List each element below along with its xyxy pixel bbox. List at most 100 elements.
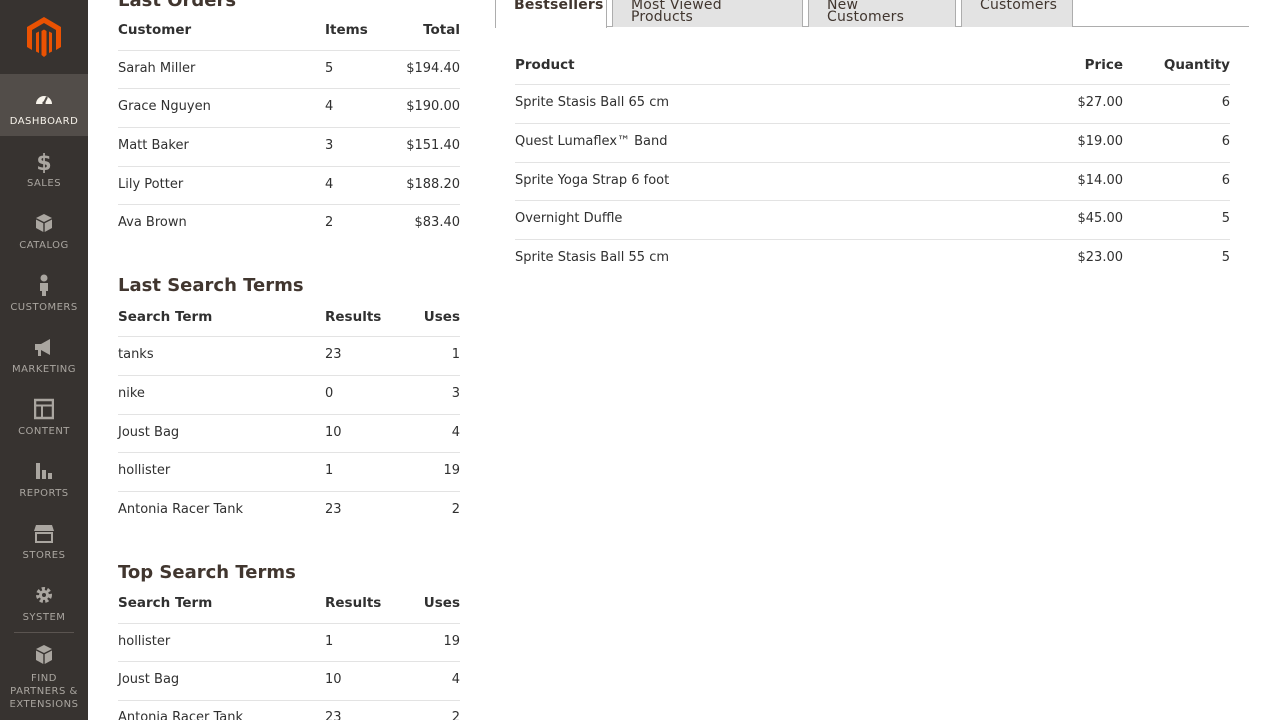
search-uses: 2	[451, 502, 460, 517]
box-icon	[34, 211, 54, 235]
nav-label: DASHBOARD	[9, 116, 79, 127]
search-uses: 4	[451, 672, 460, 687]
nav-reports[interactable]: REPORTS	[0, 446, 88, 508]
nav-dashboard[interactable]: DASHBOARD	[0, 74, 88, 136]
nav-label: CUSTOMERS	[10, 302, 78, 313]
search-term[interactable]: hollister	[118, 634, 170, 649]
table-divider	[515, 200, 1230, 201]
table-divider	[118, 623, 460, 624]
order-customer[interactable]: Lily Potter	[118, 177, 183, 192]
order-customer[interactable]: Sarah Miller	[118, 61, 195, 76]
nav-label: FIND PARTNERS & EXTENSIONS	[0, 672, 88, 711]
col-header-results: Results	[325, 309, 382, 325]
search-results: 10	[325, 425, 342, 440]
order-total: $194.40	[406, 61, 460, 76]
magento-logo-icon	[27, 17, 61, 57]
nav-system[interactable]: SYSTEM	[0, 570, 88, 632]
partners-line-3: EXTENSIONS	[9, 699, 79, 710]
last-search-terms-title: Last Search Terms	[118, 275, 304, 296]
tab-most-viewed-products[interactable]: Most Viewed Products	[612, 0, 803, 27]
col-header-items: Items	[325, 22, 368, 38]
order-customer[interactable]: Ava Brown	[118, 215, 187, 230]
tab-new-customers[interactable]: New Customers	[808, 0, 956, 27]
search-term[interactable]: nike	[118, 386, 145, 401]
search-term[interactable]: Antonia Racer Tank	[118, 710, 243, 720]
product-price: $45.00	[1077, 211, 1124, 226]
product-name[interactable]: Sprite Yoga Strap 6 foot	[515, 173, 669, 188]
order-items: 4	[325, 177, 334, 192]
bar-chart-icon	[34, 459, 54, 483]
order-items: 5	[325, 61, 334, 76]
col-header-uses: Uses	[423, 595, 460, 611]
col-header-quantity: Quantity	[1163, 57, 1230, 73]
product-name[interactable]: Quest Lumaflex™ Band	[515, 134, 668, 149]
nav-label: SALES	[26, 178, 62, 189]
order-items: 3	[325, 138, 334, 153]
dashboard-icon	[34, 87, 54, 111]
order-customer[interactable]: Grace Nguyen	[118, 99, 211, 114]
search-term[interactable]: Joust Bag	[118, 672, 179, 687]
search-term[interactable]: hollister	[118, 463, 170, 478]
product-quantity: 6	[1221, 173, 1230, 188]
table-divider	[118, 336, 460, 337]
table-divider	[118, 452, 460, 453]
tab-bestsellers[interactable]: Bestsellers	[495, 0, 607, 28]
magento-logo[interactable]	[0, 0, 88, 74]
col-header-uses: Uses	[423, 309, 460, 325]
search-term[interactable]: tanks	[118, 347, 154, 362]
table-divider	[118, 375, 460, 376]
col-header-total: Total	[423, 22, 460, 38]
megaphone-icon	[34, 335, 54, 359]
order-total: $188.20	[406, 177, 460, 192]
nav-label: STORES	[22, 550, 66, 561]
col-header-search-term: Search Term	[118, 595, 213, 611]
table-divider	[515, 239, 1230, 240]
table-divider	[118, 166, 460, 167]
tab-customers[interactable]: Customers	[961, 0, 1073, 27]
search-term[interactable]: Joust Bag	[118, 425, 179, 440]
product-price: $27.00	[1077, 95, 1124, 110]
layout-icon	[34, 397, 54, 421]
search-results: 1	[325, 634, 334, 649]
search-uses: 19	[443, 463, 460, 478]
search-uses: 19	[443, 634, 460, 649]
search-results: 23	[325, 347, 342, 362]
product-name[interactable]: Sprite Stasis Ball 65 cm	[515, 95, 669, 110]
search-results: 23	[325, 710, 342, 720]
product-price: $14.00	[1077, 173, 1124, 188]
nav-marketing[interactable]: MARKETING	[0, 322, 88, 384]
nav-find-partners[interactable]: FIND PARTNERS & EXTENSIONS	[0, 634, 88, 720]
search-results: 0	[325, 386, 334, 401]
nav-label: CONTENT	[18, 426, 70, 437]
gear-icon	[34, 583, 54, 607]
col-header-price: Price	[1084, 57, 1123, 73]
product-name[interactable]: Sprite Stasis Ball 55 cm	[515, 250, 669, 265]
table-divider	[515, 162, 1230, 163]
order-items: 2	[325, 215, 334, 230]
search-results: 10	[325, 672, 342, 687]
order-total: $151.40	[406, 138, 460, 153]
nav-sales[interactable]: $ SALES	[0, 136, 88, 198]
table-divider	[118, 50, 460, 51]
nav-customers[interactable]: CUSTOMERS	[0, 260, 88, 322]
product-name[interactable]: Overnight Duffle	[515, 211, 622, 226]
nav-stores[interactable]: STORES	[0, 508, 88, 570]
search-results: 23	[325, 502, 342, 517]
product-quantity: 5	[1221, 211, 1230, 226]
order-customer[interactable]: Matt Baker	[118, 138, 189, 153]
cubes-icon	[34, 643, 54, 667]
search-term[interactable]: Antonia Racer Tank	[118, 502, 243, 517]
storefront-icon	[34, 521, 54, 545]
table-divider	[118, 127, 460, 128]
nav-catalog[interactable]: CATALOG	[0, 198, 88, 260]
col-header-results: Results	[325, 595, 382, 611]
product-quantity: 6	[1221, 95, 1230, 110]
search-results: 1	[325, 463, 334, 478]
nav-content[interactable]: CONTENT	[0, 384, 88, 446]
order-total: $190.00	[406, 99, 460, 114]
table-divider	[118, 491, 460, 492]
admin-sidebar: DASHBOARD $ SALES CATALOG CUSTOMERS MARK…	[0, 0, 88, 720]
partners-line-1: FIND	[31, 673, 57, 684]
svg-text:$: $	[36, 151, 51, 173]
nav-label: CATALOG	[19, 240, 69, 251]
